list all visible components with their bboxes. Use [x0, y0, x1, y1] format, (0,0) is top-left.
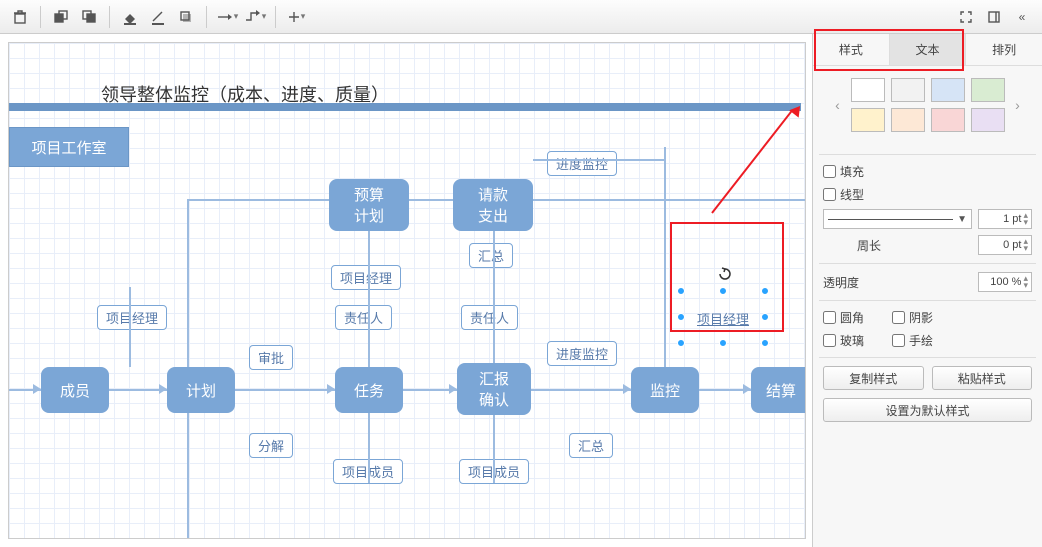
panel-tabs: 样式 文本 排列 [813, 34, 1042, 66]
node-plan[interactable]: 计划 [167, 367, 235, 413]
swatch-white[interactable] [851, 78, 885, 102]
collapse-icon[interactable]: « [1008, 3, 1036, 31]
connection-icon[interactable]: ▾ [213, 3, 241, 31]
tab-style[interactable]: 样式 [813, 34, 890, 65]
to-back-icon[interactable] [75, 3, 103, 31]
selected-text[interactable]: 项目经理 [693, 307, 753, 330]
perimeter-input[interactable]: 0 pt▴▾ [978, 235, 1032, 255]
fill-checkbox[interactable]: 填充 [823, 163, 864, 180]
perimeter-label: 周长 [857, 237, 881, 254]
canvas[interactable]: 领导整体监控（成本、进度、质量） 项目工作室 预算 计划 请款 支出 进度监控 … [8, 42, 806, 539]
shadow-icon[interactable] [172, 3, 200, 31]
swatch-green[interactable] [971, 78, 1005, 102]
label-pm-1[interactable]: 项目经理 [97, 305, 167, 330]
label-progress-1[interactable]: 进度监控 [547, 151, 617, 176]
fullscreen-icon[interactable] [952, 3, 980, 31]
glass-checkbox[interactable]: 玻璃 [823, 332, 864, 349]
label-summary-1[interactable]: 汇总 [469, 243, 513, 268]
shadow-checkbox[interactable]: 阴影 [892, 309, 933, 326]
rounded-checkbox[interactable]: 圆角 [823, 309, 864, 326]
line-checkbox[interactable]: 线型 [823, 186, 864, 203]
line-color-icon[interactable] [144, 3, 172, 31]
node-settle[interactable]: 结算 [751, 367, 806, 413]
swatch-next-icon[interactable]: › [1011, 97, 1025, 113]
to-front-icon[interactable] [47, 3, 75, 31]
swatch-yellow[interactable] [851, 108, 885, 132]
set-default-style-button[interactable]: 设置为默认样式 [823, 398, 1032, 422]
line-width-input[interactable]: 1 pt▴▾ [978, 209, 1032, 229]
swatch-grey[interactable] [891, 78, 925, 102]
label-responsible-1[interactable]: 责任人 [335, 305, 392, 330]
waypoint-icon[interactable]: ▾ [241, 3, 269, 31]
opacity-input[interactable]: 100 %▴▾ [978, 272, 1032, 292]
node-members[interactable]: 成员 [41, 367, 109, 413]
swatch-red[interactable] [931, 108, 965, 132]
tab-text[interactable]: 文本 [890, 34, 967, 65]
node-task[interactable]: 任务 [335, 367, 403, 413]
tab-arrange[interactable]: 排列 [966, 34, 1042, 65]
swatch-blue[interactable] [931, 78, 965, 102]
label-summary-2[interactable]: 汇总 [569, 433, 613, 458]
paste-style-button[interactable]: 粘贴样式 [932, 366, 1033, 390]
delete-icon[interactable] [6, 3, 34, 31]
label-responsible-2[interactable]: 责任人 [461, 305, 518, 330]
node-report[interactable]: 汇报 确认 [457, 363, 531, 415]
swatch-orange[interactable] [891, 108, 925, 132]
fill-color-icon[interactable] [116, 3, 144, 31]
line-style-select[interactable]: ▼ [823, 209, 972, 229]
add-icon[interactable]: ▾ [282, 3, 310, 31]
format-panel-icon[interactable] [980, 3, 1008, 31]
toolbar: ▾ ▾ ▾ « [0, 0, 1042, 34]
selected-object[interactable]: 项目经理 [681, 291, 767, 345]
label-decompose[interactable]: 分解 [249, 433, 293, 458]
node-monitor[interactable]: 监控 [631, 367, 699, 413]
opacity-label: 透明度 [823, 274, 859, 291]
title-bar [9, 103, 801, 111]
label-approve[interactable]: 审批 [249, 345, 293, 370]
swimlane-header[interactable]: 项目工作室 [9, 127, 129, 167]
format-panel: 样式 文本 排列 ‹ › 填充 线型 [812, 34, 1042, 547]
copy-style-button[interactable]: 复制样式 [823, 366, 924, 390]
swatch-purple[interactable] [971, 108, 1005, 132]
node-request-pay[interactable]: 请款 支出 [453, 179, 533, 231]
node-budget-plan[interactable]: 预算 计划 [329, 179, 409, 231]
swatch-prev-icon[interactable]: ‹ [831, 97, 845, 113]
label-progress-2[interactable]: 进度监控 [547, 341, 617, 366]
handdrawn-checkbox[interactable]: 手绘 [892, 332, 933, 349]
label-pm-2[interactable]: 项目经理 [331, 265, 401, 290]
rotate-handle[interactable] [718, 267, 730, 279]
swatch-row-1: ‹ › [813, 66, 1042, 138]
